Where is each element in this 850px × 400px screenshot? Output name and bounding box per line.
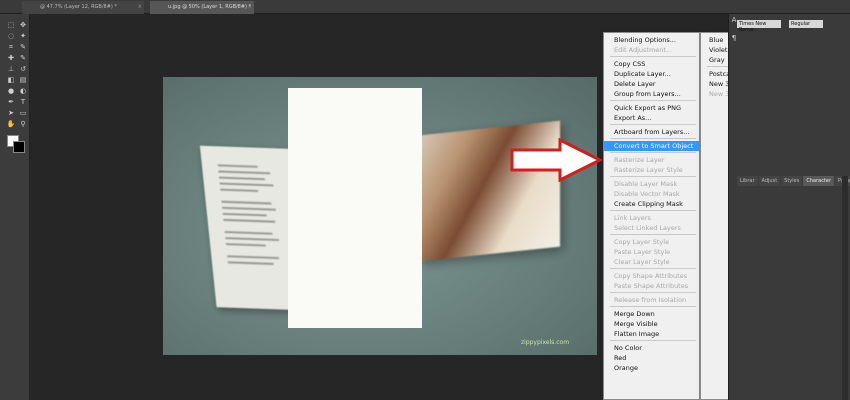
menu-item-rasterize-layer: Rasterize Layer <box>614 156 665 164</box>
background-color-swatch[interactable] <box>13 141 25 153</box>
lasso-icon[interactable]: ◌ <box>6 31 16 41</box>
menu-item-edit-adjustment: Edit Adjustment... <box>614 46 673 54</box>
menu-item-merge-down[interactable]: Merge Down <box>604 309 699 319</box>
document-tab-2[interactable]: u.jpg @ 50% (Layer 1, RGB/8#) * × <box>150 1 254 14</box>
menu-separator <box>610 100 696 101</box>
hand-icon[interactable]: ✋ <box>6 119 16 129</box>
tab-label: @ 47.7% (Layer 12, RGB/8#) * <box>40 4 117 10</box>
menu-separator <box>610 152 696 153</box>
right-panel: A ¶ Times New Roma... Regular Librar Adju… <box>728 14 850 400</box>
menu-item-paste-layer-style: Paste Layer Style <box>614 248 671 256</box>
panel-tab-librar[interactable]: Librar <box>737 176 758 186</box>
healing-icon[interactable]: ✚ <box>6 53 16 63</box>
menu-item-export-as[interactable]: Export As... <box>604 113 699 123</box>
menu-item-link-layers: Link Layers <box>614 214 651 222</box>
panel-tab-character[interactable]: Character <box>803 176 835 186</box>
close-icon[interactable]: × <box>138 4 142 10</box>
panel-tab-strip: LibrarAdjustStylesCharacterParagr <box>737 176 850 186</box>
document-tab-1[interactable]: @ 47.7% (Layer 12, RGB/8#) * × <box>22 1 144 14</box>
menu-item-disable-vector-mask: Disable Vector Mask <box>614 190 680 198</box>
menu-item-select-linked-layers: Select Linked Layers <box>614 224 681 232</box>
eraser-icon[interactable]: ◧ <box>6 75 16 85</box>
move-icon[interactable]: ✥ <box>18 20 28 30</box>
menu-item-convert-to-smart-object[interactable]: Convert to Smart Object <box>604 141 699 151</box>
menu-item-orange[interactable]: Orange <box>604 363 699 373</box>
brush-icon[interactable]: ✎ <box>18 53 28 63</box>
menu-item-group-from-layers[interactable]: Group from Layers... <box>604 89 699 99</box>
menu-separator <box>610 306 696 307</box>
watermark-text: zippypixels.com <box>521 339 570 346</box>
menu-item-release-from-isolation: Release from Isolation <box>614 296 687 304</box>
crop-icon[interactable]: ⌗ <box>6 42 16 52</box>
path-select-icon[interactable]: ➤ <box>6 108 16 118</box>
menu-item-copy-css[interactable]: Copy CSS <box>604 59 699 69</box>
menu-item-delete-layer[interactable]: Delete Layer <box>604 79 699 89</box>
menu-item-flatten-image[interactable]: Flatten Image <box>604 329 699 339</box>
document-tab-bar: @ 47.7% (Layer 12, RGB/8#) * × u.jpg @ 5… <box>0 0 850 14</box>
red-arrow-annotation <box>510 138 602 182</box>
blur-icon[interactable]: ● <box>6 86 16 96</box>
type-icon[interactable]: T <box>18 97 28 107</box>
menu-item-disable-layer-mask: Disable Layer Mask <box>614 180 678 188</box>
menu-item-duplicate-layer[interactable]: Duplicate Layer... <box>604 69 699 79</box>
menu-item-copy-shape-attributes: Copy Shape Attributes <box>614 272 688 280</box>
close-icon[interactable]: × <box>248 4 252 10</box>
menu-item-paste-shape-attributes: Paste Shape Attributes <box>614 282 689 290</box>
menu-separator <box>610 176 696 177</box>
menu-separator <box>610 268 696 269</box>
menu-separator <box>610 292 696 293</box>
menu-item-artboard-from-layers[interactable]: Artboard from Layers... <box>604 127 699 137</box>
menu-item-blending-options[interactable]: Blending Options... <box>604 35 699 45</box>
zoom-icon[interactable]: ⚲ <box>18 119 28 129</box>
menu-item-create-clipping-mask[interactable]: Create Clipping Mask <box>604 199 699 209</box>
menu-separator <box>610 340 696 341</box>
stamp-icon[interactable]: ⊥ <box>6 64 16 74</box>
menu-item-copy-layer-style: Copy Layer Style <box>614 238 670 246</box>
menu-separator <box>610 138 696 139</box>
menu-item-merge-visible[interactable]: Merge Visible <box>604 319 699 329</box>
history-brush-icon[interactable]: ↺ <box>18 64 28 74</box>
panel-tab-styles[interactable]: Styles <box>781 176 803 186</box>
panel-scrollbar[interactable] <box>842 176 848 400</box>
layer-context-menu: Blending Options... Edit Adjustment... Cop… <box>603 32 700 400</box>
tab-label: u.jpg @ 50% (Layer 1, RGB/8#) * <box>168 4 252 10</box>
panel-paragraph-icon[interactable]: ¶ <box>730 34 738 42</box>
menu-item-red[interactable]: Red <box>604 353 699 363</box>
menu-item-clear-layer-style: Clear Layer Style <box>614 258 670 266</box>
tools-panel: ⬚ ✥ ◌ ✦ ⌗ ✎ ✚ ✎ ⊥ ↺ ◧ ▤ ● ◐ ✒ T ➤ ▭ ✋ ⚲ <box>0 14 30 400</box>
menu-item-no-color[interactable]: No Color <box>604 343 699 353</box>
menu-item-rasterize-layer-style: Rasterize Layer Style <box>614 166 683 174</box>
menu-item-quick-export-as-png[interactable]: Quick Export as PNG <box>604 103 699 113</box>
gradient-icon[interactable]: ▤ <box>18 75 28 85</box>
menu-separator <box>610 124 696 125</box>
dodge-icon[interactable]: ◐ <box>18 86 28 96</box>
menu-separator <box>610 56 696 57</box>
marquee-icon[interactable]: ⬚ <box>6 20 16 30</box>
magic-wand-icon[interactable]: ✦ <box>18 31 28 41</box>
eyedropper-icon[interactable]: ✎ <box>18 42 28 52</box>
panel-tab-adjust[interactable]: Adjust <box>758 176 781 186</box>
shape-icon[interactable]: ▭ <box>18 108 28 118</box>
pen-icon[interactable]: ✒ <box>6 97 16 107</box>
menu-separator <box>610 210 696 211</box>
menu-separator <box>610 234 696 235</box>
white-layer-shape[interactable] <box>288 88 422 328</box>
font-family-select[interactable]: Times New Roma... <box>737 20 781 33</box>
font-style-select[interactable]: Regular <box>789 20 823 28</box>
